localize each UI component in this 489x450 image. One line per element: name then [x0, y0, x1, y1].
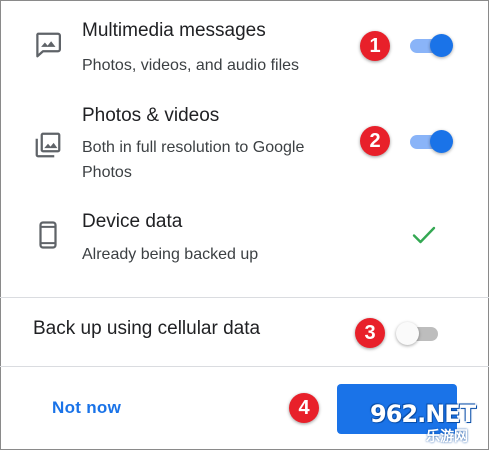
check-icon [410, 223, 438, 247]
row-subtitle: Photos, videos, and audio files [82, 57, 300, 74]
turn-on-button[interactable] [337, 384, 457, 434]
cellular-label: Back up using cellular data [33, 318, 261, 339]
photo-library-icon [33, 130, 63, 160]
phone-device-icon [33, 220, 63, 250]
setting-row-cellular[interactable]: Back up using cellular data 3 [0, 298, 489, 366]
setting-row-device-data: Device data Already being backed up [0, 195, 489, 295]
row-title: Device data [82, 211, 183, 232]
multimedia-messages-toggle[interactable] [408, 34, 454, 57]
step-badge-2: 2 [360, 126, 390, 156]
step-badge-1: 1 [360, 31, 390, 61]
divider [0, 366, 489, 367]
row-title: Photos & videos [82, 105, 220, 126]
mms-image-icon [33, 30, 63, 60]
step-badge-4: 4 [289, 393, 319, 423]
row-subtitle: Both in full resolution to Google Photos [82, 139, 305, 181]
cellular-data-toggle[interactable] [396, 322, 442, 345]
row-subtitle: Already being backed up [82, 246, 259, 263]
row-title: Multimedia messages [82, 20, 266, 41]
not-now-button[interactable]: Not now [52, 398, 121, 418]
photos-videos-toggle[interactable] [408, 130, 454, 153]
setting-row-multimedia-messages[interactable]: Multimedia messages Photos, videos, and … [0, 0, 489, 95]
step-badge-3: 3 [355, 318, 385, 348]
setting-row-photos-videos[interactable]: Photos & videos Both in full resolution … [0, 95, 489, 195]
